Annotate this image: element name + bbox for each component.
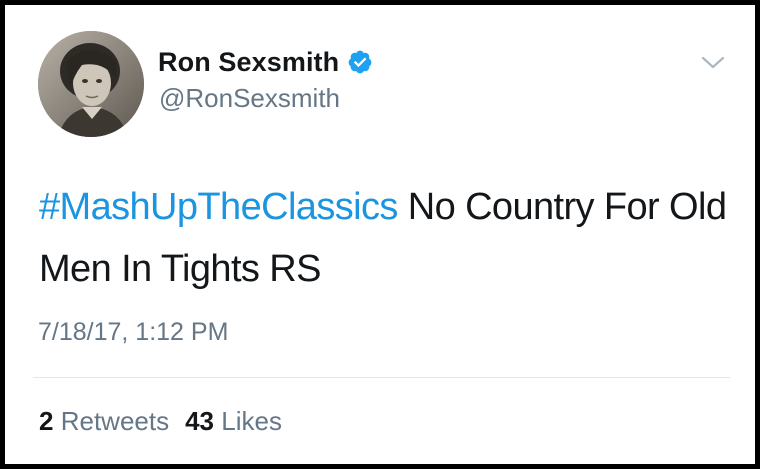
avatar[interactable] [38,31,144,137]
author-name-row[interactable]: Ron Sexsmith [158,45,373,79]
hashtag-link[interactable]: #MashUpTheClassics [39,186,398,228]
tweet-text: #MashUpTheClassics No Country For Old Me… [39,176,739,300]
display-name[interactable]: Ron Sexsmith [158,47,339,78]
tweet-timestamp[interactable]: 7/18/17, 1:12 PM [38,318,228,347]
tweet-card: Ron Sexsmith @RonSexsmith #MashUpTheClas… [5,5,755,464]
retweets-label: Retweets [60,406,170,436]
chevron-down-icon[interactable] [700,55,726,71]
retweets-count: 2 [39,406,54,436]
likes-count: 43 [185,406,215,436]
divider [33,377,730,378]
author-handle[interactable]: @RonSexsmith [159,83,340,114]
likes-stat[interactable]: 43 Likes [185,406,282,436]
retweets-stat[interactable]: 2 Retweets [39,406,169,436]
avatar-photo [38,31,144,137]
likes-label: Likes [221,406,282,436]
verified-badge-icon [347,49,373,75]
tweet-stats: 2 Retweets 43 Likes [39,406,282,437]
